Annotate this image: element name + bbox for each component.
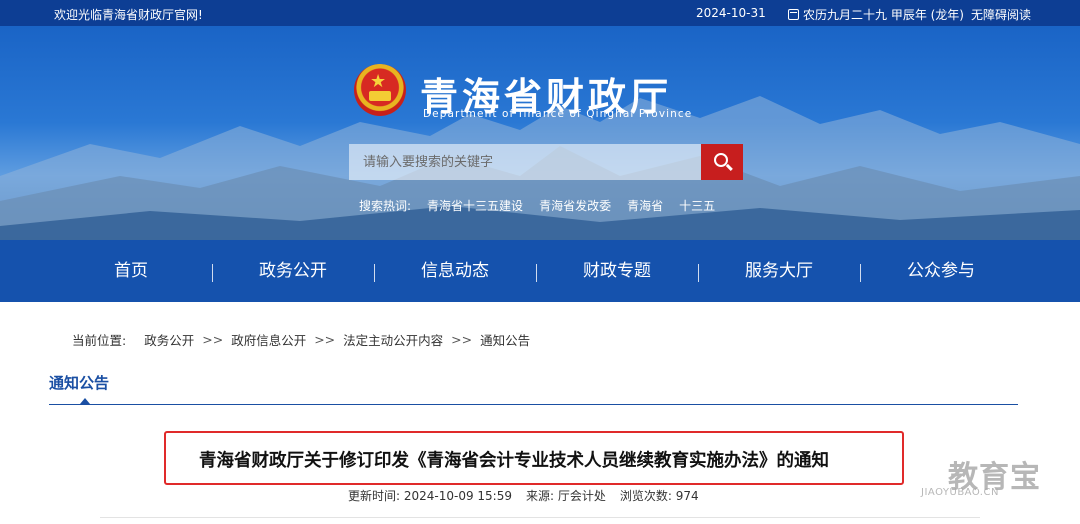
calendar-icon xyxy=(788,9,799,20)
nav-item-public-participation[interactable]: 公众参与 xyxy=(860,240,1022,302)
lunar-date: 农历九月二十九 甲辰年 (龙年) xyxy=(788,6,964,23)
hot-search-words: 搜索热词: 青海省十三五建设 青海省发改委 青海省 十三五 xyxy=(359,197,715,214)
breadcrumb-separator: >> xyxy=(202,332,224,347)
article-meta: 更新时间: 2024-10-09 15:59 来源: 厅会计处 浏览次数: 97… xyxy=(348,487,699,504)
header-banner: ★ 青海省财政厅 Department of finance of Qingha… xyxy=(0,26,1080,240)
section-pointer-icon xyxy=(80,398,90,404)
breadcrumb-item[interactable]: 政务公开 xyxy=(144,330,194,349)
main-nav: 首页 政务公开 信息动态 财政专题 服务大厅 公众参与 xyxy=(0,240,1080,302)
hot-word-link[interactable]: 青海省 xyxy=(627,197,663,214)
breadcrumb-item[interactable]: 法定主动公开内容 xyxy=(343,330,443,349)
top-bar: 欢迎光临青海省财政厅官网! 2024-10-31 农历九月二十九 甲辰年 (龙年… xyxy=(0,0,1080,26)
accessibility-link[interactable]: 无障碍阅读 xyxy=(971,6,1031,23)
section-divider xyxy=(49,404,1018,405)
hot-words-label: 搜索热词: xyxy=(359,199,412,213)
view-count: 浏览次数: 974 xyxy=(619,489,699,503)
update-time: 更新时间: 2024-10-09 15:59 xyxy=(348,489,512,503)
hot-word-link[interactable]: 青海省发改委 xyxy=(539,197,611,214)
content-divider xyxy=(100,517,980,518)
section-title: 通知公告 xyxy=(49,374,110,392)
hot-word-link[interactable]: 青海省十三五建设 xyxy=(427,197,523,214)
article-title: 青海省财政厅关于修订印发《青海省会计专业技术人员继续教育实施办法》的通知 xyxy=(199,451,829,471)
breadcrumb-separator: >> xyxy=(451,332,473,347)
welcome-text: 欢迎光临青海省财政厅官网! xyxy=(54,8,203,22)
watermark-domain: JIAOYUBAO.CN xyxy=(921,487,999,498)
search-button[interactable] xyxy=(701,144,743,180)
lunar-date-text: 农历九月二十九 甲辰年 (龙年) xyxy=(803,8,964,22)
nav-item-finance-topics[interactable]: 财政专题 xyxy=(536,240,698,302)
nav-item-home[interactable]: 首页 xyxy=(50,240,212,302)
article-source: 来源: 厅会计处 xyxy=(526,489,606,503)
current-date: 2024-10-31 xyxy=(696,6,766,20)
breadcrumb-item[interactable]: 通知公告 xyxy=(480,330,530,349)
breadcrumb: 当前位置: 政务公开 >> 政府信息公开 >> 法定主动公开内容 >> 通知公告 xyxy=(72,330,530,349)
nav-item-news[interactable]: 信息动态 xyxy=(374,240,536,302)
breadcrumb-label: 当前位置: xyxy=(72,333,127,348)
nav-item-service-hall[interactable]: 服务大厅 xyxy=(698,240,860,302)
nav-item-government-affairs[interactable]: 政务公开 xyxy=(212,240,374,302)
site-subtitle: Department of finance of Qinghai Provinc… xyxy=(423,108,693,120)
breadcrumb-separator: >> xyxy=(314,332,336,347)
national-emblem-icon: ★ xyxy=(354,64,406,116)
search-input[interactable] xyxy=(349,144,701,180)
hot-word-link[interactable]: 十三五 xyxy=(679,197,715,214)
breadcrumb-item[interactable]: 政府信息公开 xyxy=(231,330,306,349)
